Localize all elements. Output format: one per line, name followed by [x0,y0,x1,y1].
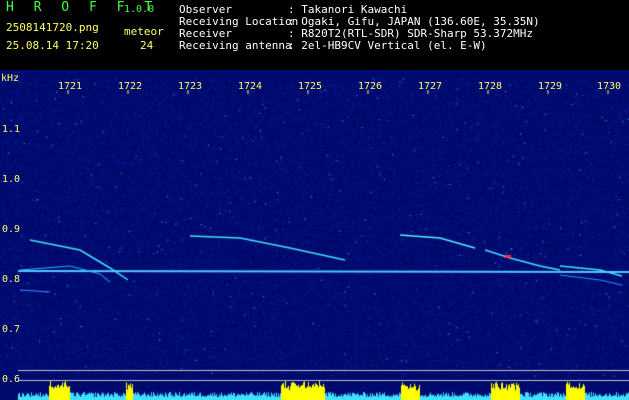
spectrogram-canvas [0,70,629,400]
app-version: 1.0.0 [124,4,155,15]
x-tick-label: 1728 [478,81,503,92]
y-tick-label: 0.9 [2,224,21,235]
y-tick-label: 0.7 [2,324,21,335]
x-tick-label: 1722 [118,81,143,92]
meteor-count: 24 [140,39,154,52]
x-tick-label: 1729 [538,81,563,92]
x-tick-label: 1730 [597,81,622,92]
x-tick-label: 1723 [178,81,203,92]
x-tick-label: 1727 [418,81,443,92]
y-tick-label: 1.0 [2,174,21,185]
x-tick-label: 1725 [298,81,323,92]
y-tick-label: 0.8 [2,274,21,285]
y-unit-label: kHz [1,73,20,84]
x-tick-label: 1726 [358,81,383,92]
x-tick-label: 1724 [238,81,263,92]
spectrogram-plot: kHz 1721 1722 1723 1724 1725 1726 1727 1… [0,70,629,400]
file-name: 2508141720.png [6,21,99,34]
antenna-label: Receiving antenna [179,39,292,52]
meteor-label: meteor [124,25,164,38]
x-tick-label: 1721 [58,81,83,92]
header-panel: H R O F F T 1.0.0 2508141720.png 25.08.1… [0,0,629,70]
antenna-value: : 2el-HB9CV Vertical (el. E-W) [288,39,487,52]
y-tick-label: 1.1 [2,124,21,135]
y-tick-label: 0.6 [2,374,21,385]
date-time: 25.08.14 17:20 [6,39,99,52]
